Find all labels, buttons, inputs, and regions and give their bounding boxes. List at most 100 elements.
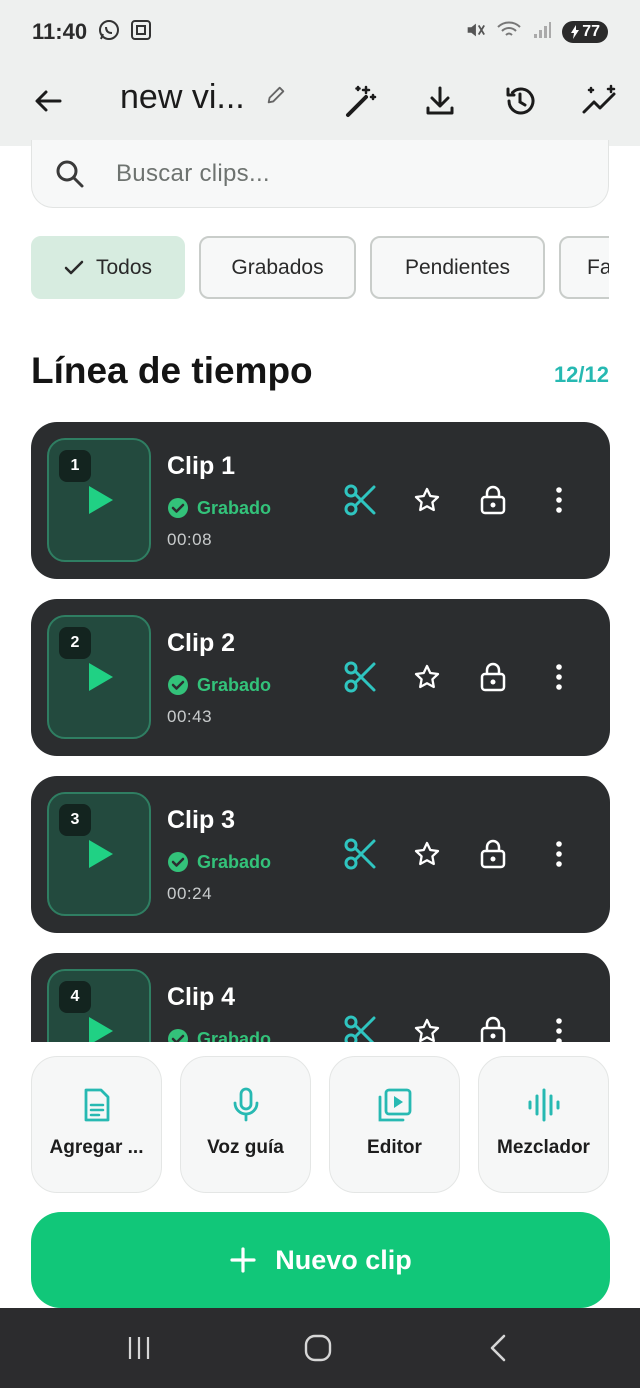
arrow-left-icon	[35, 90, 62, 112]
tool-label: Agregar ...	[49, 1137, 144, 1158]
system-back-button[interactable]	[480, 1332, 516, 1364]
more-options-button[interactable]	[539, 480, 579, 520]
filter-chip-pendientes[interactable]: Pendientes	[370, 236, 545, 299]
clip-card[interactable]: 2 Clip 2 Grabado 00:43	[31, 599, 610, 756]
clip-number: 1	[59, 450, 91, 482]
voice-guide-button[interactable]: Voz guía	[180, 1056, 311, 1193]
home-button[interactable]	[300, 1332, 336, 1364]
clip-card[interactable]: 3 Clip 3 Grabado 00:24	[31, 776, 610, 933]
clip-name: Clip 2	[167, 629, 236, 657]
favorite-button[interactable]	[407, 657, 447, 697]
recent-apps-icon	[128, 1337, 150, 1359]
clip-card[interactable]: 4 Clip 4 Grabado	[31, 953, 610, 1042]
check-circle-icon	[168, 498, 188, 518]
mute-icon	[464, 19, 486, 46]
magic-wand-icon	[346, 85, 377, 117]
clip-status-label: Grabado	[197, 851, 272, 872]
microphone-icon	[233, 1087, 258, 1122]
search-input[interactable]: Buscar clips...	[31, 140, 609, 208]
more-options-button[interactable]	[539, 657, 579, 697]
video-library-icon	[378, 1088, 411, 1122]
more-options-button[interactable]	[539, 834, 579, 874]
filter-chip-favoritos[interactable]: Fa	[559, 236, 609, 299]
lock-button[interactable]	[473, 480, 513, 520]
favorite-button[interactable]	[407, 480, 447, 520]
lock-open-icon	[480, 839, 506, 869]
pencil-icon	[267, 86, 284, 104]
lock-button[interactable]	[473, 657, 513, 697]
clip-duration: 00:43	[167, 707, 213, 726]
tool-buttons: Agregar ... Voz guía Editor Mezclador	[31, 1056, 610, 1194]
trim-button[interactable]	[340, 480, 380, 520]
clip-duration: 00:24	[167, 884, 213, 903]
filter-chip-todos[interactable]: Todos	[31, 236, 185, 299]
star-icon	[414, 664, 440, 689]
editor-button[interactable]: Editor	[329, 1056, 460, 1193]
mixer-button[interactable]: Mezclador	[478, 1056, 609, 1193]
add-document-button[interactable]: Agregar ...	[31, 1056, 162, 1193]
download-button[interactable]	[419, 80, 461, 122]
clip-duration: 00:08	[167, 530, 213, 549]
clip-thumbnail[interactable]: 2	[47, 615, 151, 739]
filter-chip-label: Grabados	[231, 255, 324, 279]
filter-chip-label: Pendientes	[404, 255, 511, 279]
lock-open-icon	[480, 662, 506, 692]
lock-open-icon	[480, 1016, 506, 1042]
favorite-button[interactable]	[407, 1011, 447, 1042]
clip-status: Grabado	[167, 497, 271, 519]
star-icon	[414, 841, 440, 866]
clip-thumbnail[interactable]: 1	[47, 438, 151, 562]
edit-title-button[interactable]	[265, 84, 287, 111]
clip-number: 4	[59, 981, 91, 1013]
clip-number: 2	[59, 627, 91, 659]
lock-button[interactable]	[473, 1011, 513, 1042]
back-button[interactable]	[28, 81, 68, 121]
lock-open-icon	[480, 485, 506, 515]
filter-chip-label: Fa	[587, 255, 609, 279]
more-vertical-icon	[556, 487, 562, 513]
signal-icon	[532, 20, 552, 45]
recent-apps-button[interactable]	[121, 1332, 157, 1364]
check-icon	[64, 260, 84, 274]
system-nav-bar	[0, 1308, 640, 1388]
clip-number: 3	[59, 804, 91, 836]
clip-status-label: Grabado	[197, 674, 272, 695]
trim-button[interactable]	[340, 1011, 380, 1042]
trim-button[interactable]	[340, 834, 380, 874]
lock-button[interactable]	[473, 834, 513, 874]
clip-status: Grabado	[167, 851, 271, 873]
more-vertical-icon	[556, 1018, 562, 1042]
plus-icon	[230, 1247, 256, 1273]
clip-status-label: Grabado	[197, 497, 272, 518]
more-options-button[interactable]	[539, 1011, 579, 1042]
star-icon	[414, 487, 440, 512]
search-icon	[56, 160, 84, 187]
new-clip-button[interactable]: Nuevo clip	[31, 1212, 610, 1308]
play-icon	[89, 840, 113, 868]
wifi-icon	[496, 19, 522, 46]
magic-wand-button[interactable]	[339, 80, 381, 122]
chevron-left-icon	[490, 1334, 506, 1362]
tool-label: Mezclador	[497, 1137, 590, 1158]
history-button[interactable]	[499, 80, 541, 122]
scissors-icon	[344, 1015, 376, 1042]
project-title: new vi...	[120, 78, 245, 116]
analytics-button[interactable]	[579, 80, 621, 122]
play-icon	[89, 663, 113, 691]
waveform-icon	[528, 1088, 559, 1122]
history-icon	[506, 87, 535, 115]
filter-chip-grabados[interactable]: Grabados	[199, 236, 356, 299]
home-icon	[304, 1334, 332, 1362]
clip-thumbnail[interactable]: 4	[47, 969, 151, 1042]
clip-list[interactable]: 1 Clip 1 Grabado 00:08 2 Clip 2 Grabado …	[31, 422, 610, 1042]
favorite-button[interactable]	[407, 834, 447, 874]
whatsapp-icon	[97, 18, 121, 47]
clip-thumbnail[interactable]: 3	[47, 792, 151, 916]
new-clip-label: Nuevo clip	[275, 1244, 412, 1275]
clip-name: Clip 4	[167, 983, 236, 1011]
more-vertical-icon	[556, 664, 562, 690]
clip-status-label: Grabado	[197, 1028, 272, 1043]
play-icon	[89, 1017, 113, 1042]
clip-card[interactable]: 1 Clip 1 Grabado 00:08	[31, 422, 610, 579]
trim-button[interactable]	[340, 657, 380, 697]
